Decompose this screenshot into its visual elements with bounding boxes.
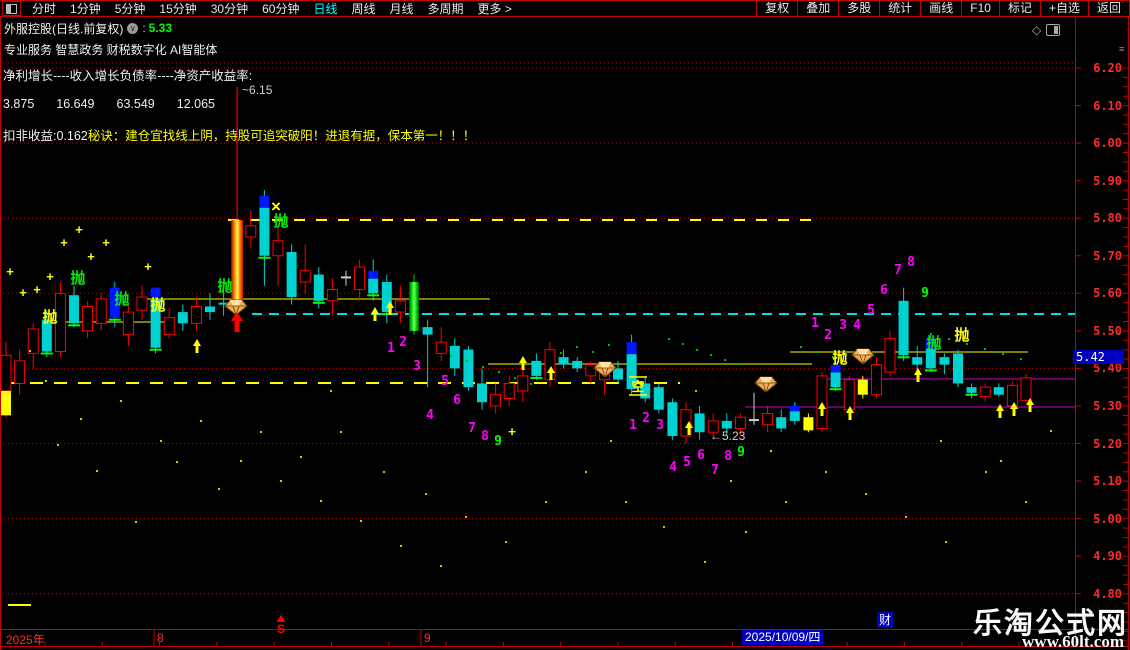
date-label-year: 2025年 bbox=[6, 633, 45, 647]
price-axis-label: 5.80 bbox=[1093, 211, 1122, 226]
panel-icon bbox=[6, 3, 17, 14]
window-border-right bbox=[1128, 0, 1129, 650]
price-axis-label: 5.10 bbox=[1093, 474, 1122, 489]
button-F10[interactable]: F10 bbox=[961, 1, 999, 16]
timeframe-tabs: 分时 1分钟 5分钟 15分钟 30分钟 60分钟 日线 周线 月线 多周期 更多 > bbox=[25, 0, 519, 18]
price-axis-label: 5.20 bbox=[1093, 436, 1122, 451]
price-axis-label: 4.90 bbox=[1093, 549, 1122, 564]
header-icons: ◇ bbox=[1032, 23, 1061, 37]
price-axis-label: 5.60 bbox=[1093, 286, 1122, 301]
price-axis-label: 6.00 bbox=[1093, 136, 1122, 151]
tab-日线[interactable]: 日线 bbox=[306, 2, 344, 16]
tab-15分钟[interactable]: 15分钟 bbox=[152, 2, 203, 16]
watermark-url: www.60lt.com bbox=[1022, 632, 1124, 650]
tab-1分钟[interactable]: 1分钟 bbox=[63, 2, 108, 16]
fin-value: 63.549 bbox=[116, 97, 155, 111]
koufei-value: 扣非收益:0.162 bbox=[3, 129, 88, 143]
stock-concepts: 专业服务 智慧政务 财税数字化 AI智能体 bbox=[4, 43, 218, 57]
price-axis-label: 5.30 bbox=[1093, 398, 1122, 413]
toolbar: 分时 1分钟 5分钟 15分钟 30分钟 60分钟 日线 周线 月线 多周期 更多 > 复权 叠加 多股… bbox=[0, 0, 1130, 17]
secret-tip-text: 秘诀：建仓宜找线上阴，持股可追突破阳！进退有据，保本第一！！！ bbox=[87, 129, 476, 143]
button-返回[interactable]: 返回 bbox=[1087, 1, 1130, 16]
button-标记[interactable]: 标记 bbox=[998, 1, 1040, 16]
button-画线[interactable]: 画线 bbox=[920, 1, 961, 16]
fin-indicator-header: 净利增长----收入增长负债率----净资产收益率: bbox=[3, 69, 253, 83]
price-axis-label: 5.90 bbox=[1093, 173, 1122, 188]
axis-corner-icon[interactable]: ≡ bbox=[1119, 44, 1124, 54]
tab-30分钟[interactable]: 30分钟 bbox=[204, 2, 255, 16]
trading-app-window: 分时 1分钟 5分钟 15分钟 30分钟 60分钟 日线 周线 月线 多周期 更多 > 复权 叠加 多股… bbox=[0, 0, 1130, 650]
tab-分时[interactable]: 分时 bbox=[25, 2, 63, 16]
title-row: 外服控股(日线.前复权) ∨ : 5.33 bbox=[4, 20, 172, 36]
price-axis-label: 5.70 bbox=[1093, 248, 1122, 263]
tab-多周期[interactable]: 多周期 bbox=[421, 2, 471, 16]
button-叠加[interactable]: 叠加 bbox=[797, 1, 838, 16]
button-复权[interactable]: 复权 bbox=[756, 1, 797, 16]
stock-title: 外服控股(日线.前复权) bbox=[4, 21, 124, 36]
date-label-aug: 8 bbox=[157, 631, 164, 645]
fin-value: 16.649 bbox=[56, 97, 95, 111]
current-price: 5.33 bbox=[148, 21, 173, 35]
button-统计[interactable]: 统计 bbox=[879, 1, 920, 16]
price-axis-label: 4.80 bbox=[1093, 586, 1122, 601]
button-多股[interactable]: 多股 bbox=[838, 1, 879, 16]
button-+自选[interactable]: +自选 bbox=[1039, 1, 1088, 16]
title-colon: : bbox=[142, 21, 146, 35]
layout-toggle-button[interactable] bbox=[2, 1, 21, 16]
diamond-outline-icon[interactable]: ◇ bbox=[1032, 23, 1041, 37]
price-axis-label: 5.50 bbox=[1093, 323, 1122, 338]
tab-更多 >[interactable]: 更多 > bbox=[471, 2, 519, 16]
tab-5分钟[interactable]: 5分钟 bbox=[108, 2, 153, 16]
highlighted-date[interactable]: 2025/10/09/四 bbox=[742, 630, 824, 645]
toolbar-actions: 复权 叠加 多股 统计 画线 F10 标记 +自选 返回 bbox=[756, 1, 1130, 16]
last-price-tag: 5.42 bbox=[1073, 350, 1124, 364]
tab-60分钟[interactable]: 60分钟 bbox=[255, 2, 306, 16]
tab-月线[interactable]: 月线 bbox=[383, 2, 421, 16]
fin-value: 12.065 bbox=[176, 97, 215, 111]
axis-separator bbox=[1075, 18, 1076, 647]
date-label-sep: 9 bbox=[424, 631, 431, 645]
fin-value: 3.875 bbox=[3, 97, 35, 111]
finance-badge[interactable]: 财 bbox=[877, 612, 893, 628]
price-axis-label: 6.20 bbox=[1093, 61, 1122, 75]
fin-indicator-line3: 扣非收益:0.162秘诀：建仓宜找线上阴，持股可追突破阳！进退有据，保本第一！！… bbox=[3, 125, 475, 144]
price-axis-label: 5.00 bbox=[1093, 511, 1122, 526]
panel-toggle-icon[interactable] bbox=[1046, 24, 1061, 36]
fin-indicator-values: 3.875 16.649 63.549 12.065 bbox=[3, 97, 237, 111]
tab-周线[interactable]: 周线 bbox=[344, 2, 382, 16]
chevron-down-icon[interactable]: ∨ bbox=[127, 22, 139, 34]
price-axis-label: 6.10 bbox=[1093, 98, 1122, 113]
